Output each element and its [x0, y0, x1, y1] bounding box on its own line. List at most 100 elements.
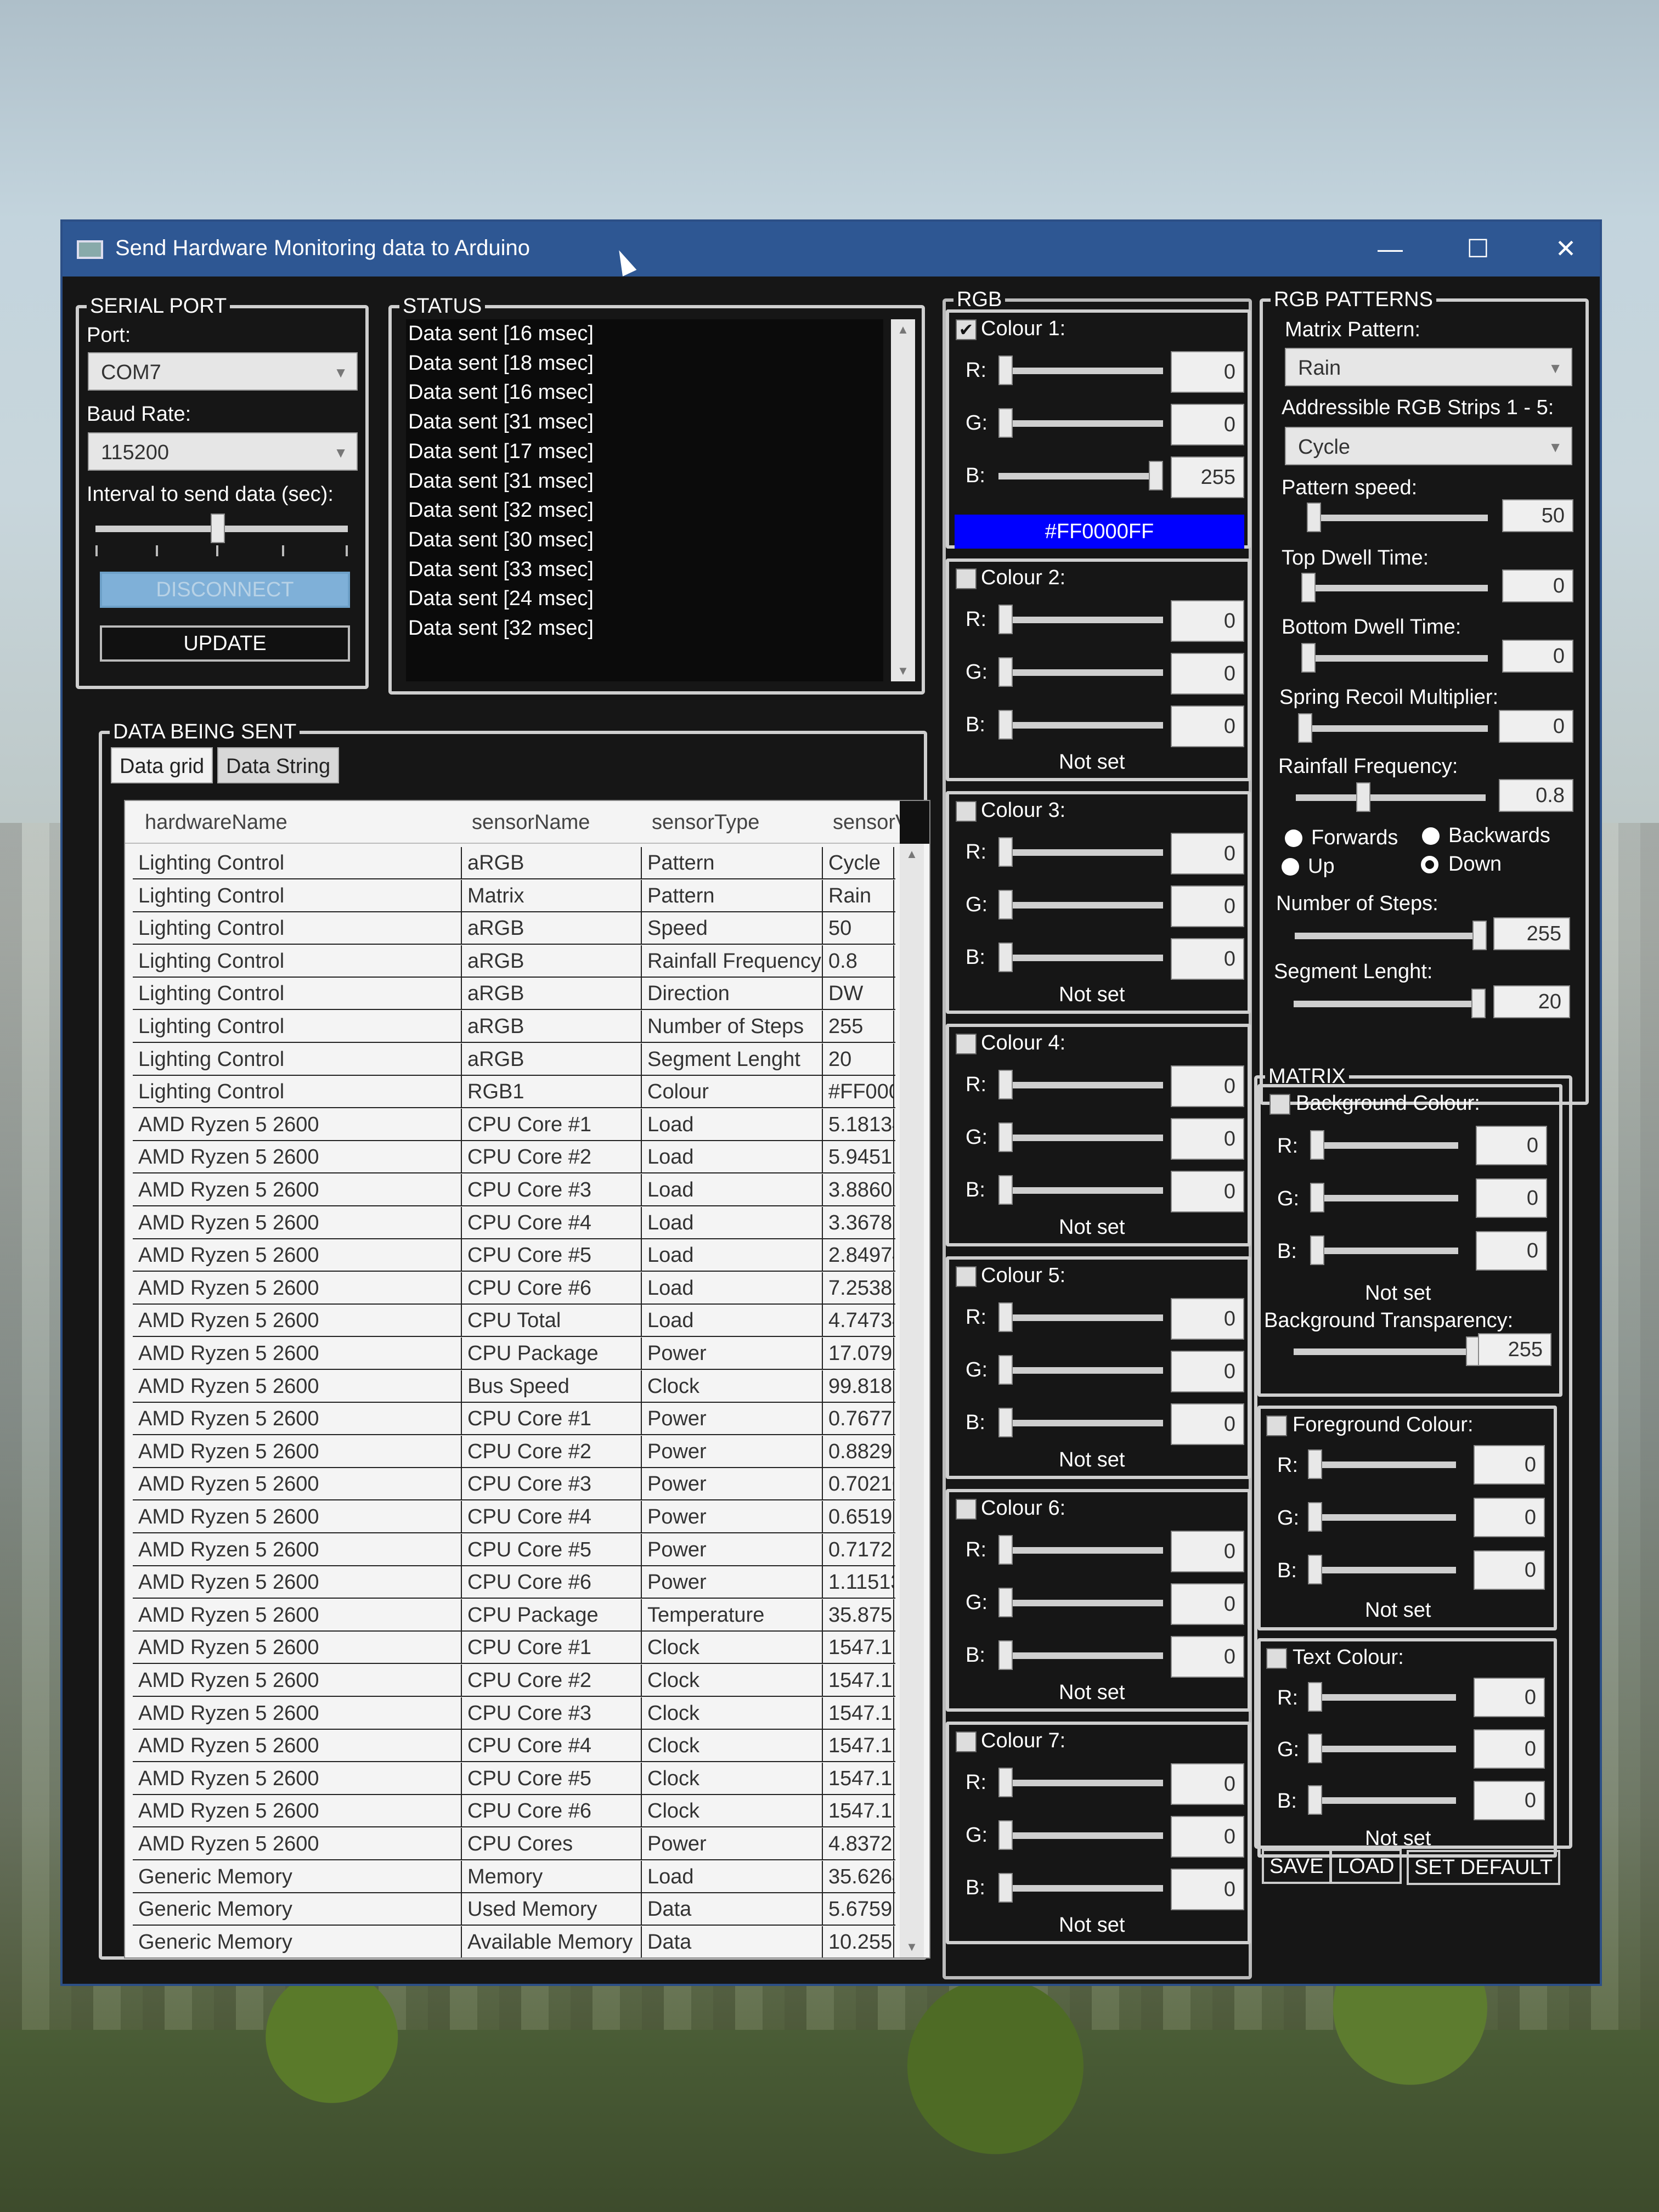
colour-6-b-input[interactable]: 0	[1171, 1636, 1244, 1678]
table-row[interactable]: AMD Ryzen 5 2600CPU Core #5Clock1547.18	[133, 1762, 895, 1795]
background-transparency-slider[interactable]	[1294, 1336, 1480, 1366]
slider-thumb[interactable]	[998, 1408, 1013, 1437]
colour-4-r-input[interactable]: 0	[1171, 1065, 1244, 1107]
slider-thumb[interactable]	[1310, 1130, 1324, 1160]
slider-thumb[interactable]	[1308, 1785, 1322, 1815]
colour-4-checkbox[interactable]	[956, 1034, 977, 1054]
table-row[interactable]: AMD Ryzen 5 2600CPU Core #2Power0.88299	[133, 1435, 895, 1468]
table-row[interactable]: Generic Memory Available Memory Data 10.255…	[133, 1926, 895, 1957]
background-b-slider[interactable]	[1310, 1235, 1458, 1265]
foreground-g-slider[interactable]	[1308, 1502, 1456, 1532]
table-row[interactable]: AMD Ryzen 5 2600CPU Core #2Load5.94519	[133, 1141, 895, 1174]
slider-thumb[interactable]	[998, 710, 1013, 740]
colour-7-checkbox[interactable]	[956, 1731, 977, 1752]
segment-length-slider[interactable]	[1294, 989, 1486, 1018]
spring-recoil-input[interactable]: 0	[1499, 710, 1573, 743]
text-r-slider[interactable]	[1308, 1682, 1456, 1712]
table-row[interactable]: AMD Ryzen 5 2600Bus SpeedClock99.8182	[133, 1370, 895, 1403]
scroll-up-icon[interactable]: ▲	[891, 323, 915, 337]
table-row[interactable]: Generic MemoryUsed MemoryData5.67592	[133, 1893, 895, 1926]
colour-5-checkbox[interactable]	[956, 1266, 977, 1287]
table-row[interactable]: Lighting Control aRGB Rainfall Frequency 0.…	[133, 945, 895, 978]
number-of-steps-input[interactable]: 255	[1493, 917, 1570, 950]
colour-3-checkbox[interactable]	[956, 801, 977, 822]
slider-thumb[interactable]	[998, 1535, 1013, 1565]
minimize-icon[interactable]: —	[1368, 229, 1412, 268]
slider-thumb[interactable]	[998, 890, 1013, 919]
text-b-slider[interactable]	[1308, 1785, 1456, 1815]
colour-4-b-slider[interactable]	[998, 1175, 1163, 1205]
background-b-input[interactable]: 0	[1476, 1231, 1547, 1271]
colour-1-b-slider[interactable]	[998, 461, 1163, 490]
table-row[interactable]: AMD Ryzen 5 2600CPU Core #3Load3.88601	[133, 1174, 895, 1206]
load-button[interactable]: LOAD	[1330, 1849, 1402, 1884]
set-default-button[interactable]: SET DEFAULT	[1407, 1850, 1560, 1885]
slider-thumb[interactable]	[998, 1302, 1013, 1332]
colour-4-r-slider[interactable]	[998, 1070, 1163, 1099]
colour-1-b-input[interactable]: 255	[1171, 456, 1244, 498]
slider-thumb[interactable]	[998, 1873, 1013, 1903]
port-dropdown[interactable]: COM7 ▼	[88, 352, 358, 391]
table-row[interactable]: AMD Ryzen 5 2600CPU Core #1Load5.18134	[133, 1108, 895, 1141]
table-row[interactable]: AMD Ryzen 5 2600CPU Core #3Power0.70210	[133, 1468, 895, 1501]
slider-thumb[interactable]	[998, 1820, 1013, 1850]
status-scrollbar[interactable]: ▲ ▼	[891, 319, 915, 681]
background-g-slider[interactable]	[1310, 1183, 1458, 1212]
colour-3-r-input[interactable]: 0	[1171, 833, 1244, 874]
disconnect-button[interactable]: DISCONNECT	[100, 572, 350, 608]
colour-6-b-slider[interactable]	[998, 1640, 1163, 1670]
background-colour-checkbox[interactable]	[1269, 1094, 1290, 1115]
slider-thumb[interactable]	[1308, 1502, 1322, 1532]
colour-6-g-slider[interactable]	[998, 1588, 1163, 1617]
slider-thumb[interactable]	[1307, 503, 1321, 532]
colour-5-b-slider[interactable]	[998, 1408, 1163, 1437]
text-b-input[interactable]: 0	[1474, 1781, 1545, 1820]
slider-thumb[interactable]	[998, 356, 1013, 385]
slider-thumb[interactable]	[998, 1175, 1013, 1205]
slider-thumb[interactable]	[998, 605, 1013, 634]
table-row[interactable]: AMD Ryzen 5 2600CPU Core #6Clock1547.18	[133, 1795, 895, 1828]
slider-thumb[interactable]	[998, 837, 1013, 867]
colour-1-g-input[interactable]: 0	[1171, 404, 1244, 445]
colour-5-r-input[interactable]: 0	[1171, 1298, 1244, 1340]
foreground-g-input[interactable]: 0	[1474, 1498, 1545, 1537]
colour-4-b-input[interactable]: 0	[1171, 1171, 1244, 1212]
table-row[interactable]: Lighting Control aRGB Pattern Cycle	[133, 847, 895, 879]
colour-5-b-input[interactable]: 0	[1171, 1403, 1244, 1445]
maximize-icon[interactable]: ☐	[1456, 229, 1500, 268]
colour-2-g-slider[interactable]	[998, 657, 1163, 687]
radio-up[interactable]	[1282, 858, 1299, 876]
table-row[interactable]: AMD Ryzen 5 2600CPU PackagePower17.0797	[133, 1338, 895, 1370]
table-row[interactable]: AMD Ryzen 5 2600CPU Core #2Clock1547.18	[133, 1664, 895, 1697]
column-header[interactable]: sensorName	[472, 811, 590, 834]
foreground-r-slider[interactable]	[1308, 1449, 1456, 1479]
table-row[interactable]: AMD Ryzen 5 2600CPU Core #4Load3.36787	[133, 1206, 895, 1239]
colour-2-r-slider[interactable]	[998, 605, 1163, 634]
colour-5-g-slider[interactable]	[998, 1355, 1163, 1385]
slider-thumb[interactable]	[998, 1355, 1013, 1385]
tab-data-grid[interactable]: Data grid	[111, 747, 213, 783]
background-r-slider[interactable]	[1310, 1130, 1458, 1160]
colour-3-g-slider[interactable]	[998, 890, 1163, 919]
bottom-dwell-input[interactable]: 0	[1502, 640, 1573, 673]
number-of-steps-slider[interactable]	[1295, 921, 1487, 950]
colour-7-g-input[interactable]: 0	[1171, 1816, 1244, 1858]
slider-thumb[interactable]	[998, 1768, 1013, 1797]
spring-recoil-slider[interactable]	[1298, 713, 1488, 743]
slider-thumb[interactable]	[1308, 1734, 1322, 1763]
slider-thumb[interactable]	[1471, 989, 1486, 1018]
colour-7-r-input[interactable]: 0	[1171, 1763, 1244, 1805]
table-row[interactable]: AMD Ryzen 5 2600CPU Core #6Load7.25388	[133, 1272, 895, 1305]
foreground-colour-checkbox[interactable]	[1266, 1415, 1287, 1436]
slider-thumb[interactable]	[998, 1640, 1013, 1670]
slider-thumb[interactable]	[998, 943, 1013, 972]
colour-5-r-slider[interactable]	[998, 1302, 1163, 1332]
grid-scrollbar[interactable]: ▲ ▼	[900, 844, 924, 1957]
colour-2-b-input[interactable]: 0	[1171, 706, 1244, 747]
slider-thumb[interactable]	[1310, 1183, 1324, 1212]
slider-thumb[interactable]	[1298, 713, 1312, 743]
table-row[interactable]: Lighting Control aRGB Number of Steps 255	[133, 1011, 895, 1043]
top-dwell-input[interactable]: 0	[1502, 569, 1573, 602]
column-header[interactable]: sensorType	[652, 811, 759, 834]
table-row[interactable]: Lighting Control aRGB Speed 50	[133, 912, 895, 945]
